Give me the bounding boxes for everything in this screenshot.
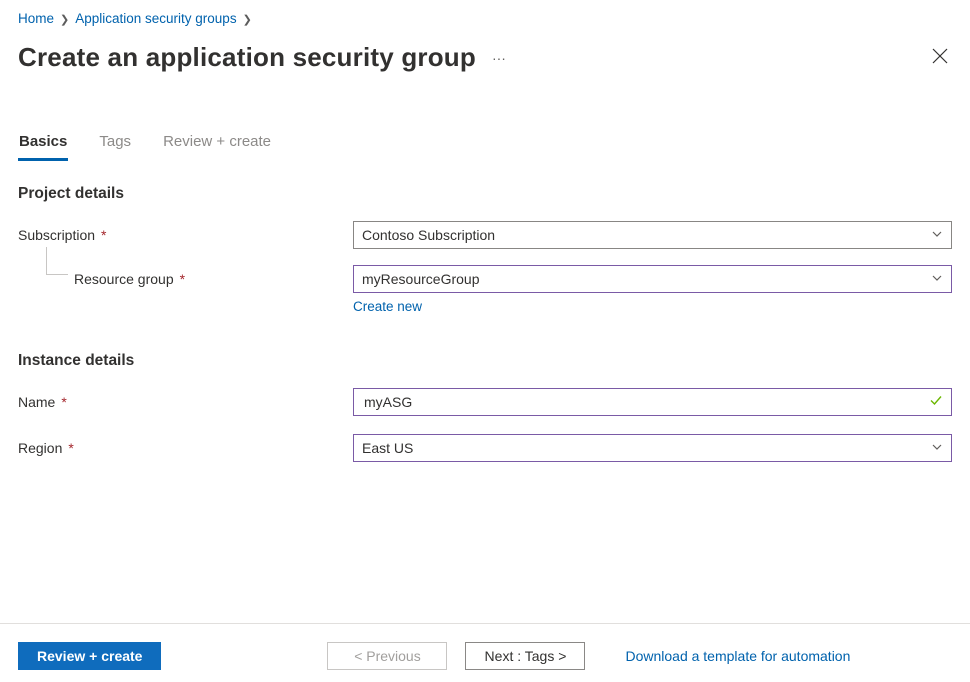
tab-basics[interactable]: Basics bbox=[18, 133, 68, 161]
tab-review-create[interactable]: Review + create bbox=[162, 133, 272, 161]
region-dropdown[interactable]: East US bbox=[353, 434, 952, 462]
close-button[interactable] bbox=[932, 48, 948, 69]
chevron-down-icon bbox=[931, 440, 943, 456]
chevron-down-icon bbox=[931, 271, 943, 287]
region-value: East US bbox=[362, 440, 413, 456]
name-input-wrapper bbox=[353, 388, 952, 416]
close-icon bbox=[932, 48, 948, 64]
breadcrumb-asg[interactable]: Application security groups bbox=[75, 9, 236, 29]
tab-tags[interactable]: Tags bbox=[98, 133, 132, 161]
review-create-button[interactable]: Review + create bbox=[18, 642, 161, 670]
label-name-text: Name bbox=[18, 394, 55, 410]
resource-group-value: myResourceGroup bbox=[362, 271, 480, 287]
tree-connector-icon bbox=[46, 247, 68, 275]
chevron-right-icon: ❯ bbox=[243, 10, 252, 30]
label-region: Region * bbox=[18, 434, 353, 462]
subscription-dropdown[interactable]: Contoso Subscription bbox=[353, 221, 952, 249]
label-subscription-text: Subscription bbox=[18, 227, 95, 243]
tab-bar: Basics Tags Review + create bbox=[18, 133, 952, 161]
chevron-down-icon bbox=[931, 227, 943, 243]
page-title: Create an application security group bbox=[18, 42, 476, 73]
create-new-resource-group-link[interactable]: Create new bbox=[353, 299, 422, 314]
breadcrumb: Home ❯ Application security groups ❯ bbox=[18, 8, 952, 30]
label-resource-group-text: Resource group bbox=[74, 271, 174, 287]
footer-action-bar: Review + create < Previous Next : Tags >… bbox=[0, 623, 970, 682]
required-asterisk: * bbox=[101, 227, 106, 243]
download-template-link[interactable]: Download a template for automation bbox=[625, 648, 850, 664]
more-actions-button[interactable]: ··· bbox=[492, 50, 506, 66]
section-project-details: Project details bbox=[18, 185, 952, 203]
required-asterisk: * bbox=[180, 271, 185, 287]
name-input[interactable] bbox=[362, 389, 943, 415]
chevron-right-icon: ❯ bbox=[60, 10, 69, 30]
next-button[interactable]: Next : Tags > bbox=[465, 642, 585, 670]
label-name: Name * bbox=[18, 388, 353, 416]
subscription-value: Contoso Subscription bbox=[362, 227, 495, 243]
breadcrumb-home[interactable]: Home bbox=[18, 9, 54, 29]
resource-group-dropdown[interactable]: myResourceGroup bbox=[353, 265, 952, 293]
required-asterisk: * bbox=[61, 394, 66, 410]
label-resource-group: Resource group * bbox=[18, 265, 353, 293]
label-region-text: Region bbox=[18, 440, 62, 456]
label-subscription: Subscription * bbox=[18, 221, 353, 249]
section-instance-details: Instance details bbox=[18, 352, 952, 370]
previous-button[interactable]: < Previous bbox=[327, 642, 447, 670]
check-icon bbox=[929, 394, 943, 411]
required-asterisk: * bbox=[68, 440, 73, 456]
